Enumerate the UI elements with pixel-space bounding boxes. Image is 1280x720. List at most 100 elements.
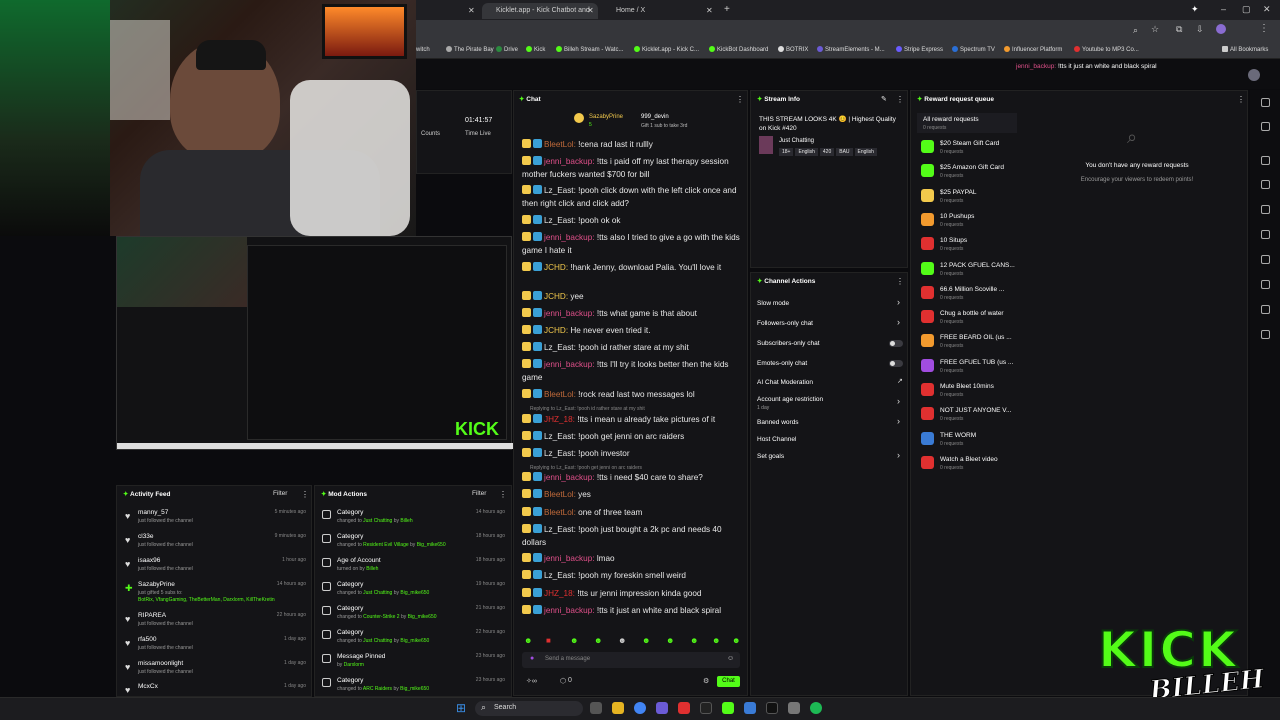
spotify-icon[interactable] [810,702,822,714]
extensions-icon[interactable]: ⧉ [1176,24,1182,35]
bookmark-item[interactable]: StreamElements - M... [817,44,885,56]
emote-picker-icon[interactable]: ● [530,655,534,662]
emote-bar[interactable]: ☻ ■ ☻ ☻ ☻ ☻ ☻ ☻ ☻ ☻ [522,636,740,648]
chat-username[interactable]: jenni_backup: [544,309,595,318]
activity-username[interactable]: missamoonlight [138,660,183,667]
bookmark-item[interactable]: Influencer Platform [1004,44,1062,56]
edit-icon[interactable]: ✎ [881,95,887,103]
reward-item[interactable]: 66.6 Million Scoville ... 0 requests [920,285,1015,306]
link-icon[interactable] [1261,255,1270,264]
chat-username[interactable]: JCHD: [544,326,568,335]
bookmark-item[interactable]: Kick [526,44,545,56]
moderator-icon[interactable] [1261,156,1270,165]
points-icon[interactable]: ✧∞ [526,677,537,685]
subscribers-only-toggle[interactable] [889,340,903,347]
chat-username[interactable]: Lz_East: [544,449,576,458]
chevron-right-icon[interactable]: › [897,416,900,426]
terminal-icon[interactable] [700,702,712,714]
windows-start-icon[interactable]: ⊞ [456,701,466,715]
chat-input[interactable]: ● Send a message ☺ [522,652,740,668]
tab-close-icon[interactable]: ✕ [706,6,713,15]
extension-icon[interactable]: ✦ [1191,4,1199,15]
edit-icon[interactable] [1261,122,1270,131]
activity-filter-button[interactable]: Filter [273,490,287,497]
reward-item[interactable]: NOT JUST ANYONE V... 0 requests [920,407,1015,427]
activity-username[interactable]: isaax96 [138,557,160,564]
file-explorer-icon[interactable] [612,702,624,714]
activity-username[interactable]: RIPAREA [138,612,166,619]
reward-item[interactable]: 12 PACK GFUEL CANS... 0 requests [920,261,1015,282]
maximize-icon[interactable]: ▢ [1242,4,1251,15]
bookmark-item[interactable]: All Bookmarks [1222,44,1268,56]
activity-username[interactable]: McxCx [138,683,158,690]
banned-words-option[interactable]: Banned words [757,419,799,426]
search-icon[interactable]: ⌕ [1133,25,1138,36]
message-icon[interactable] [1261,230,1270,239]
minimize-icon[interactable]: – [1221,4,1226,14]
all-rewards-filter[interactable]: All reward requests 0 requests [917,113,1017,133]
emotes-only-toggle[interactable] [889,360,903,367]
x-app-icon[interactable] [766,702,778,714]
chat-username[interactable]: Lz_East: [544,525,576,534]
tab-close-icon[interactable]: ✕ [587,6,594,15]
more-menu-icon[interactable]: ⋮ [1259,23,1269,34]
account-age-option[interactable]: Account age restriction [757,396,823,403]
download-icon[interactable]: ⇩ [1196,24,1204,35]
ai-moderation-option[interactable]: AI Chat Moderation [757,379,813,386]
star-icon[interactable]: ☆ [1151,24,1159,35]
chat-username[interactable]: Lz_East: [544,186,576,195]
chat-username[interactable]: JCHD: [544,263,568,272]
profile-avatar[interactable] [1216,24,1226,34]
chevron-right-icon[interactable]: › [897,450,900,460]
lightning-icon[interactable] [1261,180,1270,189]
activity-username[interactable]: SazabyPrine [138,581,175,588]
chat-username[interactable]: jenni_backup: [544,157,595,166]
reward-item[interactable]: THE WORM 0 requests [920,431,1015,452]
reward-item[interactable]: $25 PAYPAL 0 requests [920,188,1015,209]
chat-settings-icon[interactable]: ⚙ [703,677,709,685]
reward-item[interactable]: 10 Pushups 0 requests [920,212,1015,233]
reward-item[interactable]: $25 Amazon Gift Card 0 requests [920,164,1015,184]
activity-username[interactable]: rfa500 [138,636,156,643]
chat-username[interactable]: jenni_backup: [544,473,595,482]
slow-mode-option[interactable]: Slow mode [757,300,789,307]
chat-username[interactable]: JHZ_18: [544,589,575,598]
settings-icon[interactable] [788,702,800,714]
tab-kicklet[interactable]: Kicklet.app - Kick Chatbot and [482,3,598,19]
chat-username[interactable]: jenni_backup: [544,606,595,615]
set-goals-option[interactable]: Set goals [757,453,784,460]
channel-actions-menu-icon[interactable]: ⋮ [896,277,904,286]
chat-username[interactable]: BleetLol: [544,140,576,149]
chat-username[interactable]: Lz_East: [544,432,576,441]
chat-username[interactable]: jenni_backup: [544,554,595,563]
chat-username[interactable]: jenni_backup: [544,360,595,369]
host-channel-option[interactable]: Host Channel [757,436,796,443]
chat-icon[interactable] [1261,205,1270,214]
taskbar-search[interactable]: ⌕ Search [475,701,583,716]
kick-icon[interactable] [722,702,734,714]
external-link-icon[interactable]: ↗ [897,377,903,385]
chrome-icon[interactable] [634,702,646,714]
reward-item[interactable]: Watch a Bleet video 0 requests [920,455,1015,476]
discord-icon[interactable] [656,702,668,714]
mod-filter-button[interactable]: Filter [472,490,486,497]
chat-username[interactable]: JCHD: [544,292,568,301]
reward-item[interactable]: 10 Situps 0 requests [920,237,1015,257]
bookmark-item[interactable]: Stripe Express [896,44,943,56]
bookmark-item[interactable]: The Pirate Bay [446,44,494,56]
bookmark-item[interactable]: witch [416,44,430,56]
reward-item[interactable]: FREE BEARD OIL (us ... 0 requests [920,334,1015,354]
bookmark-item[interactable]: BOTRIX [778,44,808,56]
tab-home-x[interactable]: Home / X [602,3,714,19]
new-tab-icon[interactable]: + [724,4,730,15]
bookmark-item[interactable]: Billeh Stream - Watc... [556,44,623,56]
reward-item[interactable]: FREE GFUEL TUB (us ... 0 requests [920,358,1015,379]
user-avatar[interactable] [1248,69,1260,81]
chat-username[interactable]: Lz_East: [544,343,576,352]
reward-item[interactable]: Mute Bleet 10mins 0 requests [920,383,1015,403]
bookmark-item[interactable]: KickBot Dashboard [709,44,768,56]
activity-username[interactable]: cl33e [138,533,154,540]
close-window-icon[interactable]: ✕ [1263,4,1271,15]
share-icon[interactable] [1261,330,1270,339]
chevron-right-icon[interactable]: › [897,297,900,307]
